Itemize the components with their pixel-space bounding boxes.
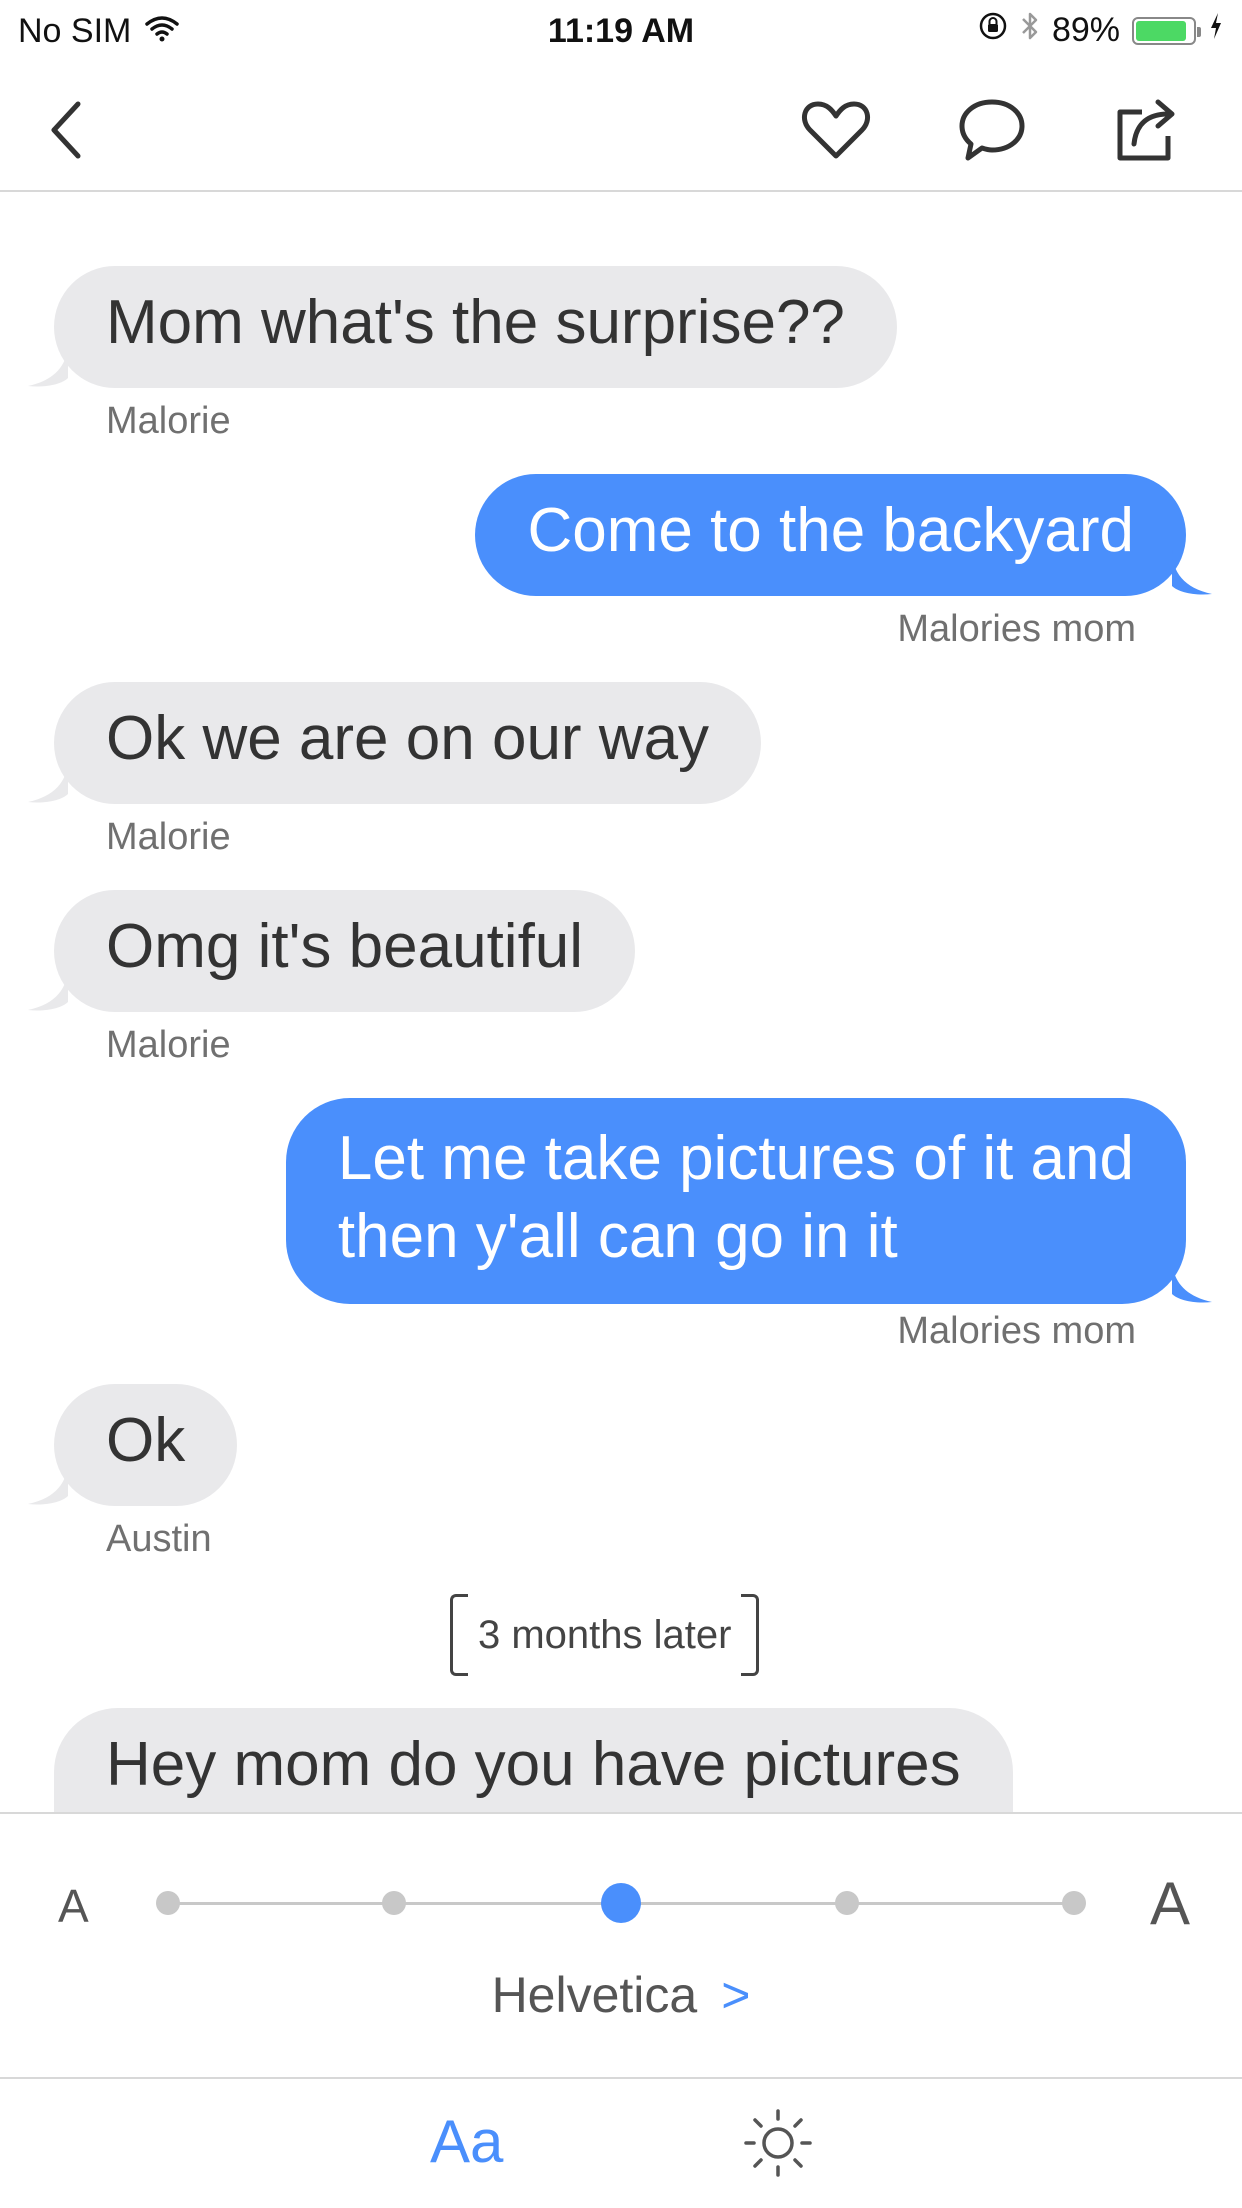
font-size-step-2[interactable] xyxy=(382,1891,406,1915)
chevron-left-icon xyxy=(51,101,81,159)
speech-bubble-icon xyxy=(959,99,1025,161)
message-bubble: Omg it's beautiful xyxy=(28,890,636,1012)
increase-font-label[interactable]: A xyxy=(1150,1869,1190,1938)
font-size-step-4[interactable] xyxy=(835,1891,859,1915)
bubble-tail xyxy=(28,966,68,1011)
time-divider-text: 3 months later xyxy=(478,1612,732,1657)
bubble-tail xyxy=(1172,1258,1212,1303)
message-incoming[interactable]: Mom what's the surprise?? Malorie xyxy=(28,266,897,442)
message-incoming[interactable]: Ok we are on our way Malorie xyxy=(28,682,762,858)
chat-thread[interactable]: Mom what's the surprise?? Malorie Come t… xyxy=(0,194,1242,1812)
font-size-step-1[interactable] xyxy=(156,1891,180,1915)
message-text: Mom what's the surprise?? xyxy=(106,288,845,357)
brightness-button[interactable] xyxy=(740,2105,816,2181)
font-size-step-3[interactable] xyxy=(601,1883,641,1923)
font-selector[interactable]: Helvetica > xyxy=(0,1966,1242,2024)
font-name: Helvetica xyxy=(491,1967,698,2023)
decrease-font-label[interactable]: A xyxy=(58,1879,89,1933)
bubble-tail xyxy=(28,1460,68,1505)
like-button[interactable] xyxy=(796,90,876,170)
bluetooth-icon xyxy=(1020,10,1040,51)
sender-name: Austin xyxy=(106,1518,212,1560)
sender-name: Malories mom xyxy=(897,608,1136,650)
message-text: Hey mom do you have pictures xyxy=(106,1730,961,1799)
nav-bar xyxy=(0,62,1242,192)
battery-fill xyxy=(1136,20,1186,41)
status-bar: No SIM 11:19 AM 89% xyxy=(0,0,1242,62)
back-button[interactable] xyxy=(26,90,106,170)
message-text: Ok xyxy=(106,1406,186,1475)
battery-icon xyxy=(1132,16,1201,45)
sender-name: Malorie xyxy=(106,816,231,858)
message-text: Omg it's beautiful xyxy=(106,912,584,981)
message-incoming[interactable]: Ok Austin xyxy=(28,1384,238,1560)
message-bubble: Let me take pictures of it and then y'al… xyxy=(285,1098,1212,1304)
bubble-tail xyxy=(1172,550,1212,595)
message-incoming[interactable]: Omg it's beautiful Malorie xyxy=(28,890,636,1066)
bottom-toolbar: Aa xyxy=(0,2077,1242,2208)
sender-name: Malories mom xyxy=(897,1310,1136,1352)
bracket-left xyxy=(450,1594,468,1676)
message-outgoing[interactable]: Let me take pictures of it and then y'al… xyxy=(285,1098,1212,1352)
font-settings-panel: A A Helvetica > xyxy=(0,1812,1242,2077)
chevron-right-icon: > xyxy=(721,1967,751,2023)
share-icon xyxy=(1117,99,1175,161)
message-bubble: Mom what's the surprise?? xyxy=(28,266,897,388)
message-text: Come to the backyard xyxy=(527,496,1134,565)
time-divider: 3 months later xyxy=(450,1594,760,1676)
text-settings-button[interactable]: Aa xyxy=(430,2107,503,2176)
sender-name: Malorie xyxy=(106,1024,231,1066)
charging-icon xyxy=(1208,11,1224,50)
message-bubble: Hey mom do you have pictures xyxy=(54,1708,1013,1812)
message-outgoing[interactable]: Come to the backyard Malories mom xyxy=(475,474,1212,650)
comment-button[interactable] xyxy=(952,90,1032,170)
font-size-step-5[interactable] xyxy=(1062,1891,1086,1915)
message-bubble: Ok xyxy=(28,1384,238,1506)
sun-icon xyxy=(744,2109,812,2177)
sender-name: Malorie xyxy=(106,400,231,442)
battery-percent: 89% xyxy=(1051,11,1120,49)
message-text-line: Let me take pictures of it and xyxy=(337,1124,1134,1193)
status-right: 89% xyxy=(966,10,1224,51)
message-incoming[interactable]: Hey mom do you have pictures xyxy=(54,1708,1013,1812)
message-text-line: then y'all can go in it xyxy=(337,1202,898,1271)
heart-icon xyxy=(801,101,871,159)
bubble-tail xyxy=(28,342,68,387)
bracket-right xyxy=(741,1594,760,1676)
message-bubble: Ok we are on our way xyxy=(28,682,762,804)
rotation-lock-icon xyxy=(978,11,1008,50)
message-bubble: Come to the backyard xyxy=(475,474,1212,596)
message-text: Ok we are on our way xyxy=(106,704,710,773)
bubble-tail xyxy=(28,758,68,803)
share-button[interactable] xyxy=(1108,90,1188,170)
